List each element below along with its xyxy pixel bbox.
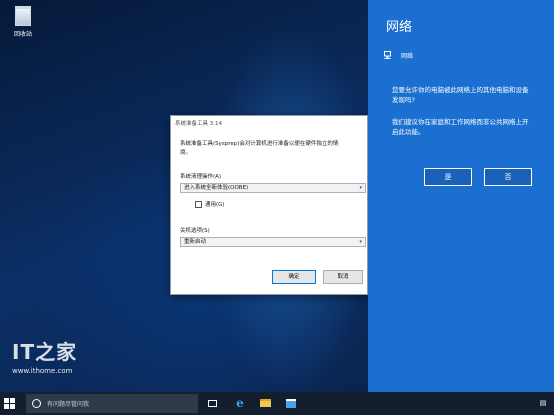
shutdown-options-label: 关机选项(S) [180, 228, 210, 234]
cancel-button[interactable]: 取消 [323, 270, 363, 284]
cleanup-action-value: 进入系统全新体验(OOBE) [184, 185, 249, 191]
search-placeholder: 有问题尽管问我 [47, 401, 90, 408]
shutdown-options-dropdown[interactable]: 重新启动 ▾ [180, 237, 366, 247]
recycle-bin-icon [15, 6, 31, 26]
description-line: 系统准备工具(Sysprep)会对计算机进行准备以便在硬件独立的情 [180, 141, 339, 147]
watermark-site: www.ithome.com [12, 367, 73, 375]
dialog-description: 系统准备工具(Sysprep)会对计算机进行准备以便在硬件独立的情 境。 [180, 140, 366, 158]
windows-logo-icon[interactable] [4, 398, 15, 409]
store-icon[interactable] [284, 396, 298, 410]
edge-icon[interactable]: e [233, 396, 247, 410]
network-name: 网络 [401, 53, 414, 60]
discovery-advice: 我们建议你在家庭和工作网络而非公共网络上开启此功能。 [392, 118, 529, 136]
generalize-checkbox[interactable]: 通用(G) [195, 200, 225, 208]
chevron-down-icon: ▾ [359, 239, 362, 245]
file-explorer-icon[interactable] [258, 396, 272, 410]
taskbar: 有问题尽管问我 e ▤ [0, 392, 554, 415]
description-line: 境。 [180, 150, 192, 156]
cleanup-action-dropdown[interactable]: 进入系统全新体验(OOBE) ▾ [180, 183, 366, 193]
watermark-logo: IT之家 [12, 340, 78, 364]
chevron-down-icon: ▾ [359, 185, 362, 191]
checkbox-icon [195, 200, 202, 208]
recycle-bin-shortcut[interactable]: 回收站 [6, 6, 40, 38]
ithome-watermark: IT之家 www.ithome.com [12, 336, 77, 375]
yes-button[interactable]: 是 [424, 168, 472, 186]
task-view-icon[interactable] [205, 396, 219, 410]
dialog-title: 系统准备工具 3.14 [175, 121, 222, 127]
recycle-bin-label: 回收站 [13, 31, 32, 38]
cortana-search-box[interactable]: 有问题尽管问我 [26, 394, 198, 413]
ok-button[interactable]: 确定 [272, 270, 316, 284]
generalize-label: 通用(G) [205, 202, 225, 208]
panel-title: 网络 [386, 20, 413, 35]
sysprep-dialog: 系统准备工具 3.14 系统准备工具(Sysprep)会对计算机进行准备以便在硬… [170, 115, 368, 295]
network-panel: 网络 网络 您要允许你的电脑被此网络上的其他电脑和设备发现吗? 我们建议你在家庭… [368, 0, 554, 392]
cortana-icon [32, 399, 41, 408]
network-tray-icon[interactable]: ▤ [536, 396, 550, 410]
no-button[interactable]: 否 [484, 168, 532, 186]
cleanup-action-label: 系统清理操作(A) [180, 174, 222, 180]
shutdown-options-value: 重新启动 [184, 239, 207, 245]
desktop: 回收站 系统准备工具 3.14 系统准备工具(Sysprep)会对计算机进行准备… [0, 0, 368, 392]
ethernet-icon [384, 51, 391, 59]
discovery-question: 您要允许你的电脑被此网络上的其他电脑和设备发现吗? [392, 86, 529, 104]
network-item: 网络 [384, 51, 413, 60]
